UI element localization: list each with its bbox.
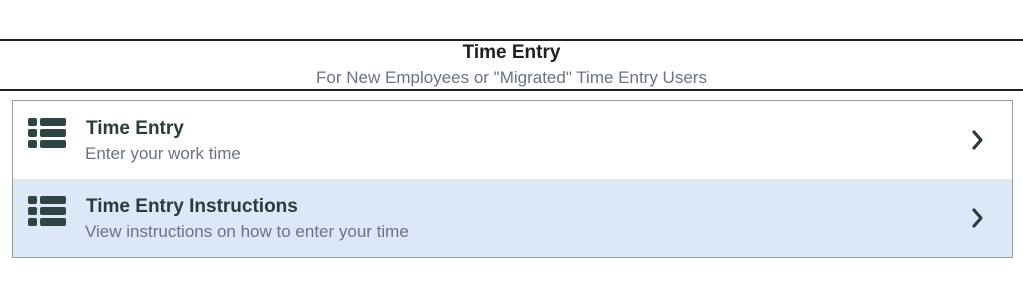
list-icon [28, 196, 66, 226]
section-header: Time Entry For New Employees or "Migrate… [0, 39, 1023, 91]
list-item-title: Time Entry Instructions [86, 196, 298, 217]
list-item-title: Time Entry [86, 118, 184, 139]
list-item-time-entry[interactable]: Time Entry Enter your work time [13, 101, 1012, 179]
section-subtitle: For New Employees or "Migrated" Time Ent… [316, 68, 707, 87]
chevron-right-icon[interactable] [971, 207, 985, 229]
list-item-time-entry-instructions[interactable]: Time Entry Instructions View instruction… [13, 179, 1012, 257]
section-title: Time Entry [462, 42, 561, 63]
chevron-right-icon[interactable] [971, 129, 985, 151]
time-entry-list: Time Entry Enter your work time Time Ent… [12, 100, 1013, 258]
page: Time Entry For New Employees or "Migrate… [0, 0, 1023, 301]
list-item-description: View instructions on how to enter your t… [85, 222, 409, 241]
list-icon [28, 118, 66, 148]
list-item-description: Enter your work time [85, 144, 241, 163]
